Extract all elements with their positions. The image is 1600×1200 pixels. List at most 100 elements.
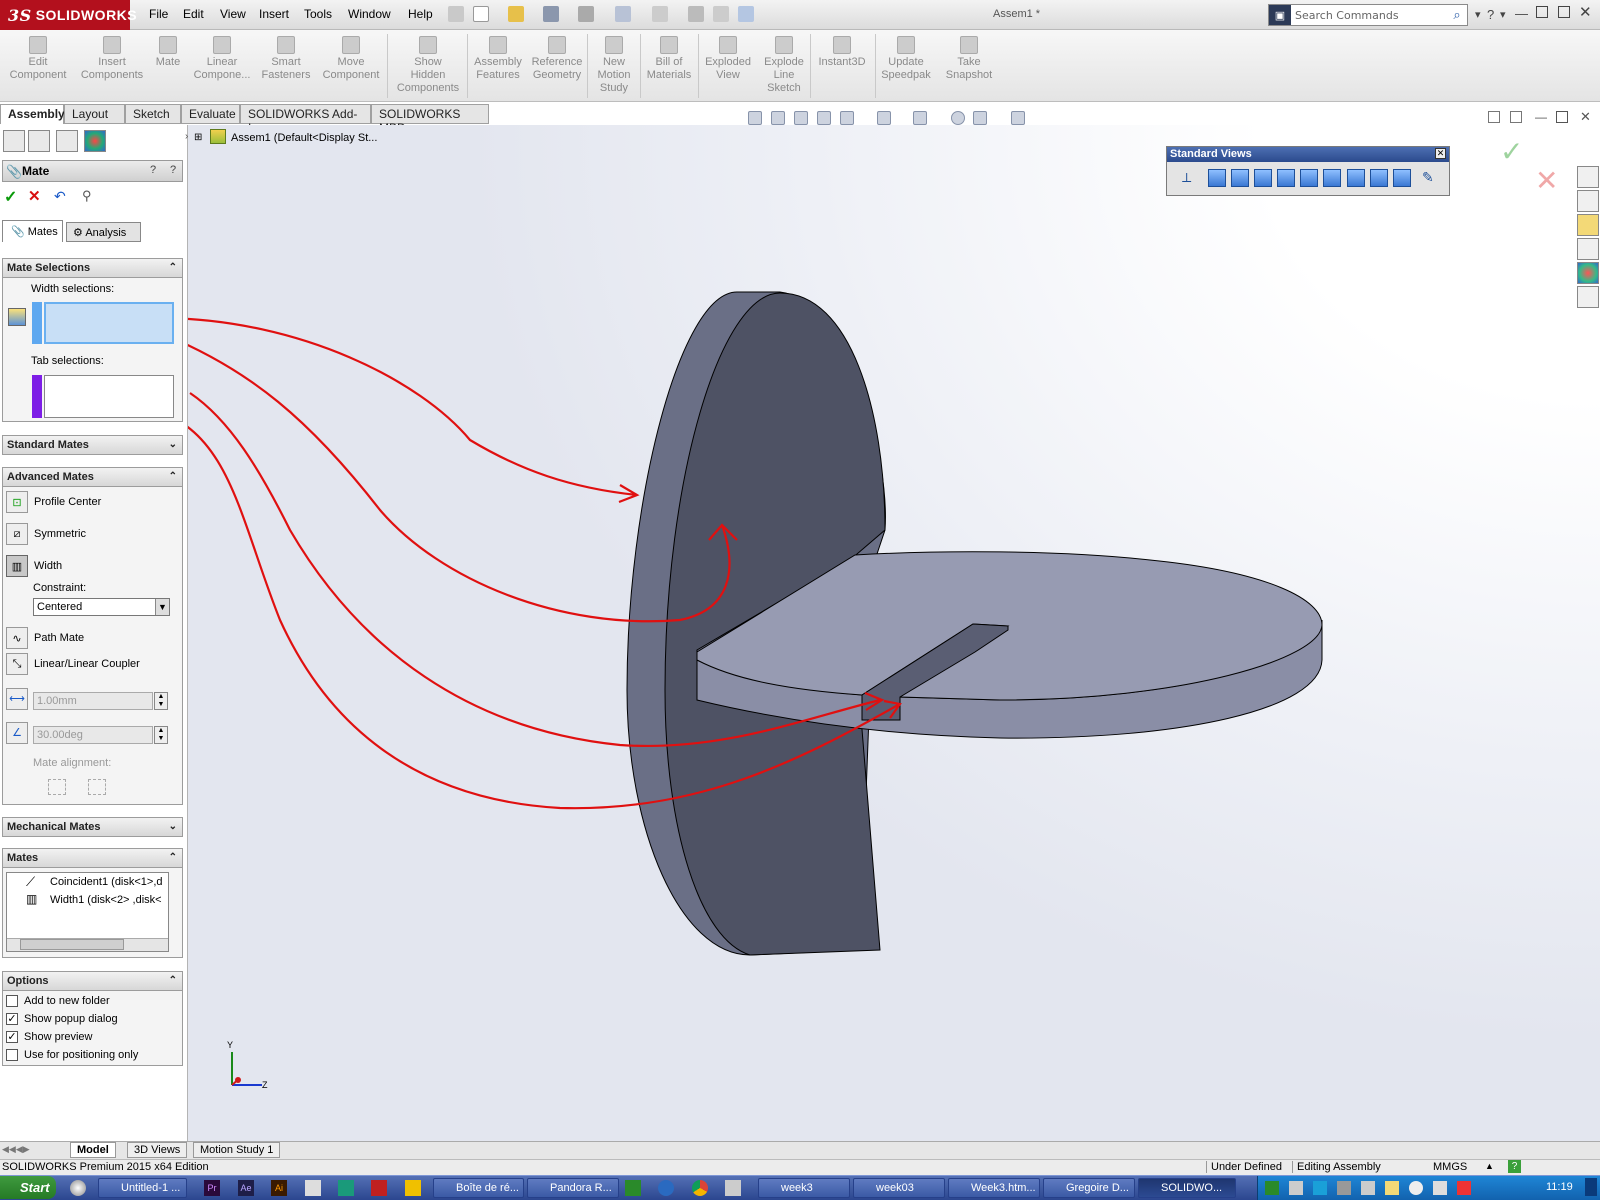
option-show-preview[interactable]: ✓ Show preview	[6, 1031, 92, 1043]
tray-icon[interactable]	[1289, 1181, 1303, 1195]
aligned-icon[interactable]	[48, 779, 66, 795]
mate-selections-header[interactable]: Mate Selections ⌃	[2, 258, 183, 278]
linear-coupler-icon: ⤡	[6, 653, 28, 675]
constraint-select[interactable]: Centered ▼	[33, 598, 170, 616]
distance-input[interactable]: 1.00mm	[33, 692, 153, 710]
quicklaunch-icon[interactable]	[305, 1180, 321, 1196]
mate-icon: 📎	[6, 164, 23, 179]
premiere-icon[interactable]: Pr	[204, 1180, 220, 1196]
quicklaunch-icon[interactable]	[725, 1180, 741, 1196]
quicklaunch-icon[interactable]	[625, 1180, 641, 1196]
tray-icons	[1265, 1181, 1505, 1195]
mates-header[interactable]: Mates ⌃	[2, 848, 183, 868]
mechanical-mates-header[interactable]: Mechanical Mates ⌄	[2, 817, 183, 837]
quicklaunch-icon[interactable]	[658, 1180, 674, 1196]
distance-spinner[interactable]: ▲ ▼	[154, 692, 168, 710]
taskbar-item-chrome[interactable]: Gregoire D...	[1043, 1178, 1135, 1198]
tab-model[interactable]: Model	[70, 1142, 116, 1158]
subtab-analysis[interactable]: ⚙ Analysis	[66, 222, 141, 242]
expand-chevron-icon[interactable]: ⌄	[169, 439, 177, 450]
collapse-chevron-icon[interactable]: ⌃	[169, 975, 177, 986]
checkbox-checked[interactable]: ✓	[6, 1031, 18, 1043]
taskbar-item-solidworks[interactable]: SOLIDWO...	[1138, 1178, 1236, 1198]
taskbar-item-firefox-2[interactable]: Pandora R...	[527, 1178, 619, 1198]
show-desktop-button[interactable]	[1585, 1178, 1597, 1196]
feature-manager-tab-icon[interactable]	[3, 130, 25, 152]
after-effects-icon[interactable]: Ae	[238, 1180, 254, 1196]
help-icon[interactable]: ?	[1508, 1160, 1521, 1173]
taskbar-item-photoshop[interactable]: Untitled-1 ...	[98, 1178, 187, 1198]
status-units[interactable]: MMGS	[1433, 1161, 1467, 1173]
options-header[interactable]: Options ⌃	[2, 971, 183, 991]
solidworks-quicklaunch-icon[interactable]	[371, 1180, 387, 1196]
width-selections-box[interactable]	[44, 302, 174, 344]
option-positioning-only[interactable]: Use for positioning only	[6, 1049, 138, 1061]
collapse-chevron-icon[interactable]: ⌃	[169, 471, 177, 482]
advanced-mates-header[interactable]: Advanced Mates ⌃	[2, 467, 183, 487]
help-icon[interactable]: ?	[170, 164, 176, 176]
clock[interactable]: 11:19	[1546, 1181, 1573, 1193]
list-item[interactable]: Coincident1 (disk<1>,d	[50, 876, 163, 888]
chevron-down-icon[interactable]: ▼	[155, 599, 169, 615]
taskbar-item-editor[interactable]: Week3.htm...	[948, 1178, 1040, 1198]
swap-selections-icon[interactable]	[8, 308, 26, 326]
tab-scroll-arrows[interactable]: ◀◀◀▶	[2, 1144, 30, 1155]
scrollbar-thumb[interactable]	[20, 939, 124, 950]
start-button[interactable]: Start	[0, 1176, 56, 1199]
tray-icon[interactable]	[1337, 1181, 1351, 1195]
quicklaunch-icon[interactable]	[338, 1180, 354, 1196]
linear-coupler-option[interactable]: ⤡ Linear/Linear Coupler	[6, 653, 140, 675]
collapse-chevron-icon[interactable]: ⌃	[169, 262, 177, 273]
quicklaunch-icon[interactable]	[70, 1180, 86, 1196]
help-icon[interactable]: ?	[150, 164, 156, 176]
list-item[interactable]: Width1 (disk<2> ,disk<	[50, 894, 162, 906]
configuration-manager-tab-icon[interactable]	[56, 130, 78, 152]
cancel-x-icon[interactable]: ✕	[28, 187, 41, 205]
display-manager-tab-icon[interactable]	[84, 130, 106, 152]
width-option[interactable]: ▥ Width	[6, 555, 62, 577]
symmetric-option[interactable]: ⧄ Symmetric	[6, 523, 86, 545]
status-defined: Under Defined	[1206, 1161, 1282, 1173]
standard-mates-header[interactable]: Standard Mates ⌄	[2, 435, 183, 455]
property-manager-tab-icon[interactable]	[28, 130, 50, 152]
tab-motion-study[interactable]: Motion Study 1	[193, 1142, 281, 1158]
option-show-popup[interactable]: ✓ Show popup dialog	[6, 1013, 118, 1025]
tab-selections-box[interactable]	[44, 375, 174, 418]
quicklaunch-icon[interactable]	[405, 1180, 421, 1196]
tray-icon[interactable]	[1457, 1181, 1471, 1195]
illustrator-icon[interactable]: Ai	[271, 1180, 287, 1196]
angle-input[interactable]: 30.00deg	[33, 726, 153, 744]
triad-z-label: Z	[262, 1080, 268, 1090]
network-icon[interactable]	[1433, 1181, 1447, 1195]
path-mate-icon: ∿	[6, 627, 28, 649]
chrome-icon[interactable]	[692, 1180, 708, 1196]
checkbox[interactable]	[6, 995, 18, 1007]
collapse-arrow-icon[interactable]: ›	[185, 131, 188, 142]
undo-icon[interactable]: ↶	[54, 188, 66, 205]
pushpin-icon[interactable]: ⚲	[82, 188, 92, 204]
tray-icon[interactable]	[1361, 1181, 1375, 1195]
taskbar-item-folder-week3[interactable]: week3	[758, 1178, 850, 1198]
distance-icon: ⟷	[6, 688, 28, 710]
collapse-chevron-icon[interactable]: ⌃	[169, 852, 177, 863]
units-up-icon[interactable]: ▲	[1485, 1161, 1494, 1171]
checkbox-checked[interactable]: ✓	[6, 1013, 18, 1025]
option-add-to-folder[interactable]: Add to new folder	[6, 995, 110, 1007]
checkbox[interactable]	[6, 1049, 18, 1061]
status-edition: SOLIDWORKS Premium 2015 x64 Edition	[2, 1161, 209, 1173]
tray-icon[interactable]	[1313, 1181, 1327, 1195]
profile-center-option[interactable]: ⊡ Profile Center	[6, 491, 101, 513]
tray-icon[interactable]	[1385, 1181, 1399, 1195]
subtab-mates[interactable]: 📎 Mates	[2, 220, 63, 242]
annotation-arrow	[164, 316, 638, 497]
tab-3d-views[interactable]: 3D Views	[127, 1142, 188, 1158]
volume-icon[interactable]	[1409, 1181, 1423, 1195]
angle-spinner[interactable]: ▲ ▼	[154, 726, 168, 744]
taskbar-item-firefox-1[interactable]: Boîte de ré...	[433, 1178, 524, 1198]
anti-aligned-icon[interactable]	[88, 779, 106, 795]
taskbar-item-folder-week03[interactable]: week03	[853, 1178, 945, 1198]
expand-chevron-icon[interactable]: ⌄	[169, 821, 177, 832]
ok-check-icon[interactable]: ✓	[4, 187, 17, 207]
path-mate-option[interactable]: ∿ Path Mate	[6, 627, 84, 649]
tray-icon[interactable]	[1265, 1181, 1279, 1195]
